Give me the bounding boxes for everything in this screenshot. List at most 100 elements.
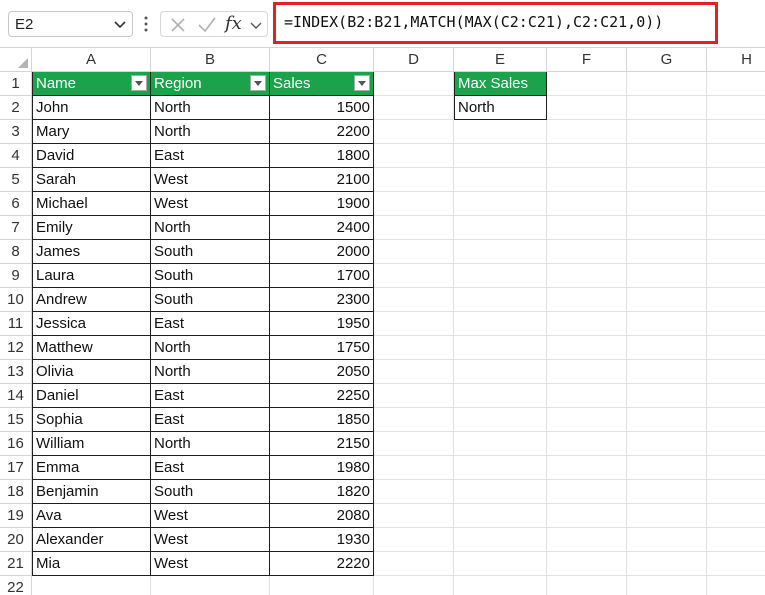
cell[interactable] [374,504,454,528]
cell[interactable] [454,576,547,595]
cell[interactable] [707,168,765,192]
cell[interactable] [151,576,270,595]
table-cell[interactable]: Alexander [32,528,151,552]
table-cell[interactable]: West [151,192,270,216]
cell[interactable] [374,336,454,360]
table-cell[interactable]: William [32,432,151,456]
cell[interactable] [627,408,707,432]
table-cell[interactable]: Andrew [32,288,151,312]
table-cell[interactable]: Benjamin [32,480,151,504]
cell[interactable] [547,360,627,384]
cell[interactable] [707,408,765,432]
table-cell[interactable]: 2080 [270,504,374,528]
cell[interactable] [454,264,547,288]
cell[interactable] [374,432,454,456]
table-cell[interactable]: 2000 [270,240,374,264]
cell[interactable] [547,384,627,408]
cell[interactable] [547,312,627,336]
cell[interactable] [547,336,627,360]
name-box[interactable]: E2 [8,11,133,37]
cell[interactable] [627,384,707,408]
table-cell[interactable]: 2220 [270,552,374,576]
cell[interactable] [707,144,765,168]
table-cell[interactable]: Jessica [32,312,151,336]
table-cell[interactable]: North [151,96,270,120]
table-cell[interactable]: South [151,480,270,504]
table-cell[interactable]: 1820 [270,480,374,504]
cell[interactable] [547,408,627,432]
table-cell[interactable]: 2250 [270,384,374,408]
cell[interactable] [707,384,765,408]
table-header-cell[interactable]: Sales [270,72,374,96]
cell[interactable] [547,120,627,144]
cell[interactable] [627,144,707,168]
cell[interactable] [454,168,547,192]
cell[interactable] [454,456,547,480]
cell[interactable] [707,360,765,384]
select-all-button[interactable] [0,48,32,72]
cell[interactable] [454,384,547,408]
cell[interactable] [374,168,454,192]
insert-function-icon[interactable]: fx [225,13,242,34]
cell[interactable] [627,432,707,456]
cell[interactable] [547,72,627,96]
cell[interactable] [627,576,707,595]
cell[interactable] [627,216,707,240]
table-cell[interactable]: 2150 [270,432,374,456]
table-cell[interactable]: John [32,96,151,120]
cell[interactable] [547,504,627,528]
cell[interactable] [454,552,547,576]
table-cell[interactable]: North [151,360,270,384]
cell[interactable] [627,120,707,144]
table-cell[interactable]: North [151,336,270,360]
cell[interactable] [707,480,765,504]
cell[interactable] [707,432,765,456]
row-header-22[interactable]: 22 [0,576,32,595]
cell[interactable] [627,360,707,384]
spreadsheet-grid[interactable]: A B C D E F G H 1 2 3 4 5 6 7 8 9 10 11 12 13 14 15 16 17 18 19 20 2… [0,48,765,595]
filter-dropdown-icon[interactable] [250,75,266,91]
table-cell[interactable]: 2200 [270,120,374,144]
cell[interactable] [374,576,454,595]
cell[interactable] [454,192,547,216]
cell[interactable] [374,528,454,552]
table-cell[interactable]: 1750 [270,336,374,360]
row-header-14[interactable]: 14 [0,384,32,408]
table-cell[interactable]: 1900 [270,192,374,216]
cell[interactable] [627,96,707,120]
table-header-cell[interactable]: Region [151,72,270,96]
cell[interactable] [707,240,765,264]
cell[interactable] [707,192,765,216]
table-cell[interactable]: North [151,432,270,456]
row-header-10[interactable]: 10 [0,288,32,312]
cell[interactable] [547,216,627,240]
table-cell[interactable]: 1850 [270,408,374,432]
table-cell[interactable]: Mary [32,120,151,144]
table-cell[interactable]: 2300 [270,288,374,312]
cell[interactable] [374,312,454,336]
row-header-2[interactable]: 2 [0,96,32,120]
cell[interactable] [454,336,547,360]
max-sales-header[interactable]: Max Sales [454,72,547,96]
table-cell[interactable]: 1700 [270,264,374,288]
cell[interactable] [627,240,707,264]
cell[interactable] [454,240,547,264]
cell[interactable] [707,72,765,96]
cell[interactable] [374,72,454,96]
more-vertical-icon[interactable] [143,14,149,34]
cell[interactable] [374,120,454,144]
row-header-4[interactable]: 4 [0,144,32,168]
table-cell[interactable]: Olivia [32,360,151,384]
table-cell[interactable]: East [151,384,270,408]
row-header-3[interactable]: 3 [0,120,32,144]
chevron-down-icon[interactable] [249,18,263,32]
cell[interactable] [627,312,707,336]
cell[interactable] [627,528,707,552]
cell[interactable] [707,120,765,144]
table-cell[interactable]: Emma [32,456,151,480]
cell[interactable] [374,384,454,408]
cell[interactable] [547,552,627,576]
cell[interactable] [627,336,707,360]
cell[interactable] [454,144,547,168]
cell[interactable] [627,168,707,192]
